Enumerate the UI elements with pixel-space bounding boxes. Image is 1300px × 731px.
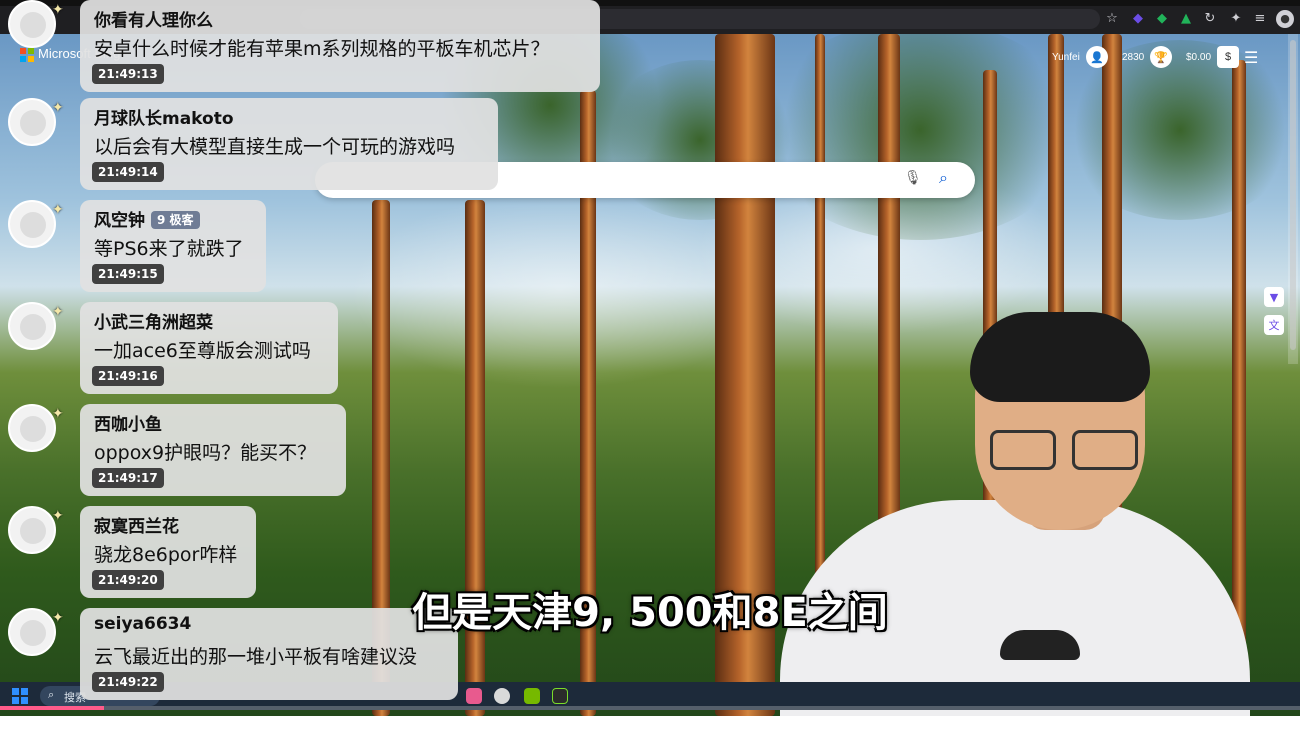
fan-badge: 9 极客	[151, 211, 200, 229]
chat-username-text: 风空钟	[94, 211, 145, 231]
chat-bubble: 月球队长makoto 以后会有大模型直接生成一个可玩的游戏吗 21:49:14	[80, 98, 498, 190]
chat-username-text: 小武三角洲超菜	[94, 313, 213, 333]
shield-icon[interactable]: ◆	[1130, 11, 1146, 27]
profile-avatar-icon[interactable]: ●	[1276, 10, 1294, 28]
points-value: 2830	[1122, 51, 1145, 63]
hamburger-menu-icon[interactable]: ☰	[1244, 48, 1258, 67]
chat-username-text: 你看有人理你么	[94, 11, 213, 31]
chat-message: ✦ 月球队长makoto 以后会有大模型直接生成一个可玩的游戏吗 21:49:14	[0, 98, 620, 194]
streamer-glasses	[990, 430, 1140, 470]
chat-text: 骁龙8e6por咋样	[94, 544, 238, 566]
balance-value: $0.00	[1186, 51, 1212, 63]
avatar[interactable]	[8, 98, 56, 146]
sparkle-icon: ✦	[52, 508, 64, 524]
chat-username: 你看有人理你么	[94, 6, 213, 31]
chat-username: 风空钟 9 极客	[94, 206, 200, 231]
user-name: Yunfei	[1052, 51, 1080, 63]
subtitle: 但是天津9, 500和8E之间	[412, 590, 888, 636]
favorites-icon[interactable]: ≡	[1252, 11, 1268, 27]
chat-timestamp: 21:49:13	[92, 64, 164, 84]
refresh-icon[interactable]: ↻	[1202, 11, 1218, 27]
chat-message: ✦ 西咖小鱼 oppox9护眼吗？能买不？ 21:49:17	[0, 404, 620, 500]
rewards-points[interactable]: 2830 🏆	[1122, 44, 1173, 70]
chat-timestamp: 21:49:15	[92, 264, 164, 284]
sparkle-icon: ✦	[52, 100, 64, 116]
search-icon[interactable]: ⌕	[939, 168, 948, 188]
chat-username-text: 寂寞西兰花	[94, 517, 179, 537]
playback-progress-fill	[0, 706, 104, 710]
chat-text: 安卓什么时候才能有苹果m系列规格的平板车机芯片？	[94, 38, 550, 60]
puzzle-icon[interactable]: ✦	[1228, 11, 1244, 27]
sparkle-icon: ✦	[52, 304, 64, 320]
chat-timestamp: 21:49:17	[92, 468, 164, 488]
chat-username-text: 月球队长makoto	[94, 109, 234, 129]
star-icon[interactable]: ☆	[1104, 11, 1120, 27]
chat-bubble: 你看有人理你么安卓什么时候才能有苹果m系列规格的平板车机芯片？ 21:49:13	[80, 0, 600, 92]
microphone-icon[interactable]: 🎙	[904, 170, 922, 186]
streamer-hair	[970, 312, 1150, 402]
sparkle-icon: ✦	[52, 2, 64, 18]
chat-username: 小武三角洲超菜	[94, 308, 213, 333]
chat-username: 月球队长makoto	[94, 104, 234, 129]
chat-text: 等PS6来了就跌了	[94, 238, 244, 260]
dollar-icon: $	[1217, 46, 1240, 68]
avatar[interactable]	[8, 302, 56, 350]
user-account[interactable]: Yunfei 👤	[1052, 44, 1108, 70]
user-icon: 👤	[1085, 46, 1108, 68]
chat-bubble: 风空钟 9 极客等PS6来了就跌了 21:49:15	[80, 200, 266, 292]
avatar[interactable]	[8, 506, 56, 554]
avatar[interactable]	[8, 404, 56, 452]
extension-icon[interactable]: ▲	[1178, 11, 1194, 27]
chat-text: 云飞最近出的那一堆小平板有啥建议没	[94, 646, 418, 668]
sparkle-icon: ✦	[52, 202, 64, 218]
chat-timestamp: 21:49:14	[92, 162, 164, 182]
wallet-balance[interactable]: $0.00 $	[1186, 44, 1240, 70]
trophy-icon: 🏆	[1150, 46, 1173, 68]
chat-username: 寂寞西兰花	[94, 512, 179, 537]
chat-message: ✦ 小武三角洲超菜一加ace6至尊版会测试吗 21:49:16	[0, 302, 620, 398]
video-frame: ☆ ◆ ◆ ▲ ↻ ✦ ≡ ● Microsoft Bing Yunfei 👤 …	[0, 0, 1300, 716]
tree-canopy	[760, 20, 1080, 240]
avatar[interactable]	[8, 0, 56, 48]
chat-username: 西咖小鱼	[94, 410, 162, 435]
chat-timestamp: 21:49:22	[92, 672, 164, 692]
chat-text: oppox9护眼吗？能买不？	[94, 442, 317, 464]
chat-text: 一加ace6至尊版会测试吗	[94, 340, 311, 362]
chat-bubble: 西咖小鱼 oppox9护眼吗？能买不？ 21:49:17	[80, 404, 346, 496]
chat-bubble: 小武三角洲超菜一加ace6至尊版会测试吗 21:49:16	[80, 302, 338, 394]
chat-text: 以后会有大模型直接生成一个可玩的游戏吗	[94, 136, 456, 158]
extension-shield-icon[interactable]: ◆	[1154, 11, 1170, 27]
chat-message: ✦ 风空钟 9 极客等PS6来了就跌了 21:49:15	[0, 200, 620, 296]
chat-username-text: 西咖小鱼	[94, 415, 162, 435]
chat-timestamp: 21:49:16	[92, 366, 164, 386]
playback-progress[interactable]	[0, 706, 1300, 710]
sparkle-icon: ✦	[52, 406, 64, 422]
streamer-webcam	[780, 300, 1300, 716]
chat-message: ✦ 你看有人理你么安卓什么时候才能有苹果m系列规格的平板车机芯片？ 21:49:13	[0, 0, 620, 96]
avatar[interactable]	[8, 200, 56, 248]
